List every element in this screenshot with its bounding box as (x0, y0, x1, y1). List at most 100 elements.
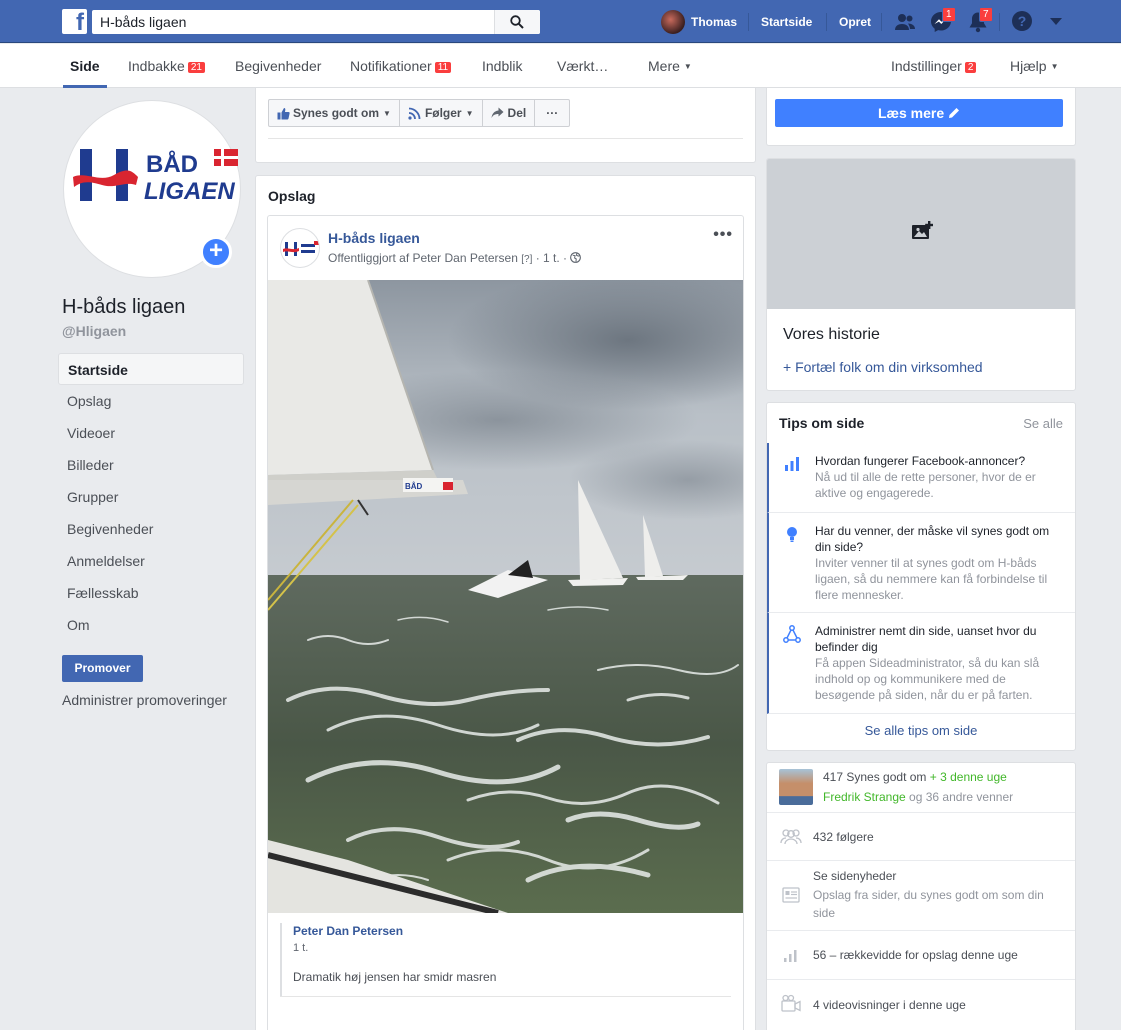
svg-text:LIGAEN: LIGAEN (144, 178, 235, 205)
tip-description: Inviter venner til at synes godt om H-bå… (815, 556, 1048, 602)
facebook-logo-icon[interactable]: f (62, 9, 87, 36)
divider (826, 13, 827, 31)
caret-down-icon: ▼ (383, 108, 391, 118)
tab-tools[interactable]: Værkt… (557, 58, 608, 88)
post-author-link[interactable]: H-båds ligaen (328, 230, 420, 246)
tip-description: Få appen Sideadministrator, så du kan sl… (815, 656, 1040, 702)
more-actions-button[interactable]: ··· (534, 99, 571, 127)
tip-title: Hvordan fungerer Facebook-annoncer? (815, 454, 1026, 468)
rss-icon (408, 107, 421, 120)
page-stats-card: 417 Synes godt om + 3 denne uge Fredrik … (766, 762, 1076, 1030)
followers-row[interactable]: 432 følgere (767, 813, 1075, 861)
page-updates-row[interactable]: Se sidenyheder Opslag fra sider, du syne… (767, 861, 1075, 931)
comment-author[interactable]: Peter Dan Petersen (293, 924, 730, 938)
tab-more[interactable]: Mere ▼ (648, 58, 692, 88)
sidebar-item-photos[interactable]: Billeder (58, 449, 244, 481)
signal-bars-icon (784, 950, 797, 962)
tip-item[interactable]: Har du venner, der måske vil synes godt … (767, 513, 1075, 613)
friend-name-link[interactable]: Fredrik Strange (823, 790, 906, 804)
posts-heading: Opslag (268, 188, 316, 204)
published-by[interactable]: Offentliggjort af Peter Dan Petersen (328, 251, 518, 265)
story-title: Vores historie (783, 326, 880, 343)
tip-item[interactable]: Hvordan fungerer Facebook-annoncer? Nå u… (767, 443, 1075, 513)
tip-title: Administrer nemt din side, uanset hvor d… (815, 624, 1037, 654)
notifications-badge: 7 (979, 7, 993, 22)
tab-label: Hjælp (1010, 58, 1047, 74)
sidebar-item-groups[interactable]: Grupper (58, 481, 244, 513)
comment-timestamp: 1 t. (293, 942, 309, 954)
notifications-count-badge: 11 (434, 62, 452, 73)
news-feed-icon (782, 887, 800, 903)
svg-text:?: ? (1018, 13, 1027, 29)
video-views-row[interactable]: 4 videovisninger i denne uge (767, 980, 1075, 1030)
follow-button[interactable]: Følger ▼ (398, 99, 483, 127)
search-input[interactable] (92, 10, 492, 34)
friend-requests-button[interactable] (893, 10, 917, 34)
page-sidebar-nav: Startside Opslag Videoer Billeder Gruppe… (58, 353, 244, 641)
tip-title: Har du venner, der måske vil synes godt … (815, 524, 1050, 554)
profile-link[interactable]: Thomas (661, 10, 737, 34)
posts-section: Opslag H-båds ligaen Offentliggjort af P… (255, 175, 756, 1030)
create-link[interactable]: Opret (839, 15, 871, 29)
divider (881, 13, 882, 31)
sidebar-item-reviews[interactable]: Anmeldelser (58, 545, 244, 577)
friends-icon (895, 14, 915, 30)
manage-promotions-link[interactable]: Administrer promoveringer (62, 692, 227, 708)
add-photo-icon (912, 221, 933, 239)
promote-button[interactable]: Promover (62, 655, 143, 682)
notifications-button[interactable]: 7 (966, 7, 993, 34)
add-story-link[interactable]: + Fortæl folk om din virksomhed (783, 359, 983, 375)
share-button[interactable]: Del (481, 99, 536, 127)
likes-row[interactable]: 417 Synes godt om + 3 denne uge Fredrik … (767, 763, 1075, 813)
post-comment-preview: Peter Dan Petersen 1 t. Dramatik høj jen… (280, 923, 730, 997)
sidebar-item-about[interactable]: Om (58, 609, 244, 641)
svg-text:BÅD: BÅD (405, 482, 423, 491)
add-photo-button[interactable]: + (200, 236, 232, 268)
globe-icon (570, 252, 582, 263)
see-all-page-tips-link[interactable]: Se alle tips om side (767, 723, 1075, 738)
hbaad-logo-icon (283, 241, 319, 256)
sidebar-item-posts[interactable]: Opslag (58, 385, 244, 417)
sidebar-item-events[interactable]: Begivenheder (58, 513, 244, 545)
post-photo[interactable]: BÅD (268, 280, 743, 913)
followers-count: 432 følgere (813, 830, 874, 844)
account-menu-button[interactable] (1049, 16, 1073, 40)
reach-row[interactable]: 56 – rækkevidde for opslag denne uge (767, 931, 1075, 980)
sidebar-item-community[interactable]: Fællesskab (58, 577, 244, 609)
people-icon (780, 829, 802, 845)
tab-events[interactable]: Begivenheder (235, 58, 321, 88)
follow-label: Følger (424, 106, 462, 120)
tab-label: Notifikationer (350, 58, 432, 74)
like-page-button[interactable]: Synes godt om ▼ (268, 99, 400, 127)
sidebar-item-home[interactable]: Startside (58, 353, 244, 385)
tab-inbox[interactable]: Indbakke 21 (128, 58, 205, 88)
page-title: H-båds ligaen (62, 296, 186, 318)
tab-settings[interactable]: Indstillinger 2 (891, 58, 977, 88)
tab-label: Indstillinger (891, 58, 962, 74)
tab-insights[interactable]: Indblik (482, 58, 522, 88)
post-options-button[interactable]: ••• (713, 226, 733, 244)
read-more-button[interactable]: Læs mere (775, 99, 1063, 127)
page-username[interactable]: @Hligaen (62, 323, 126, 339)
page-tips-card: Tips om side Se alle Hvordan fungerer Fa… (766, 402, 1076, 751)
help-button[interactable]: ? (1011, 10, 1035, 34)
search-button[interactable] (494, 10, 540, 34)
story-cover-photo[interactable] (767, 159, 1075, 309)
help-marker[interactable]: [?] (521, 254, 532, 265)
tab-help[interactable]: Hjælp ▼ (1010, 58, 1059, 88)
sidebar-item-videos[interactable]: Videoer (58, 417, 244, 449)
post-author-avatar[interactable] (280, 228, 320, 268)
tab-label: Indblik (482, 58, 523, 74)
tips-heading: Tips om side (779, 415, 865, 431)
messages-button[interactable]: 1 (929, 7, 956, 34)
tab-page[interactable]: Side (63, 58, 107, 88)
tip-item[interactable]: Administrer nemt din side, uanset hvor d… (767, 613, 1075, 714)
home-link[interactable]: Startside (761, 15, 812, 29)
post-timestamp[interactable]: · 1 t. · (536, 251, 567, 265)
page-action-bar: Synes godt om ▼ Følger ▼ Del ··· (268, 99, 571, 127)
see-all-tips-link[interactable]: Se alle (1023, 416, 1063, 431)
friends-who-like: Fredrik Strange og 36 andre venner (823, 788, 1013, 806)
caret-down-icon: ▼ (465, 108, 474, 118)
thumbs-up-icon (277, 107, 290, 119)
tab-notifications[interactable]: Notifikationer 11 (350, 58, 452, 88)
